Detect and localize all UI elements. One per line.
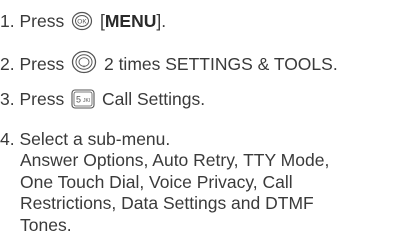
step-2: 2. Press 2 times SETTINGS & TOOLS. <box>0 50 338 75</box>
sub-menu-line: Answer Options, Auto Retry, TTY Mode, <box>20 150 330 170</box>
instruction-document: 1. Press OK [MENU]. 2. Press 2 times SET… <box>0 0 419 250</box>
step-number: 2. <box>0 54 15 74</box>
step-text-after: Call Settings. <box>101 89 206 109</box>
step-text-before: Press <box>19 54 65 74</box>
navigation-key-icon <box>71 50 97 74</box>
bracket-close: ]. <box>156 11 167 31</box>
step-4: 4. Select a sub-menu. <box>0 128 170 150</box>
sub-menu-list: Answer Options, Auto Retry, TTY Mode, On… <box>20 150 329 236</box>
step-3: 3. Press 5 JKl Call Settings. <box>0 88 205 110</box>
svg-text:JKl: JKl <box>83 98 90 104</box>
step-number: 4. <box>0 129 15 149</box>
step-text-before: Press <box>19 11 65 31</box>
step-number: 1. <box>0 11 15 31</box>
5-jkl-key-icon: 5 JKl <box>71 89 95 109</box>
step-text-before: Press <box>19 89 65 109</box>
sub-menu-line: One Touch Dial, Voice Privacy, Call <box>20 171 293 192</box>
step-text: Select a sub-menu. <box>19 129 171 149</box>
ok-key-icon: OK <box>71 11 93 31</box>
step-number: 3. <box>0 89 15 109</box>
sub-menu-line: Restrictions, Data Settings and DTMF <box>20 193 314 213</box>
svg-text:OK: OK <box>77 19 87 26</box>
sub-menu-line: Tones. <box>20 214 72 235</box>
step-text-after: 2 times SETTINGS & TOOLS. <box>103 54 338 74</box>
svg-text:5: 5 <box>76 95 81 105</box>
step-1: 1. Press OK [MENU]. <box>0 10 166 32</box>
menu-label: MENU <box>104 11 157 31</box>
